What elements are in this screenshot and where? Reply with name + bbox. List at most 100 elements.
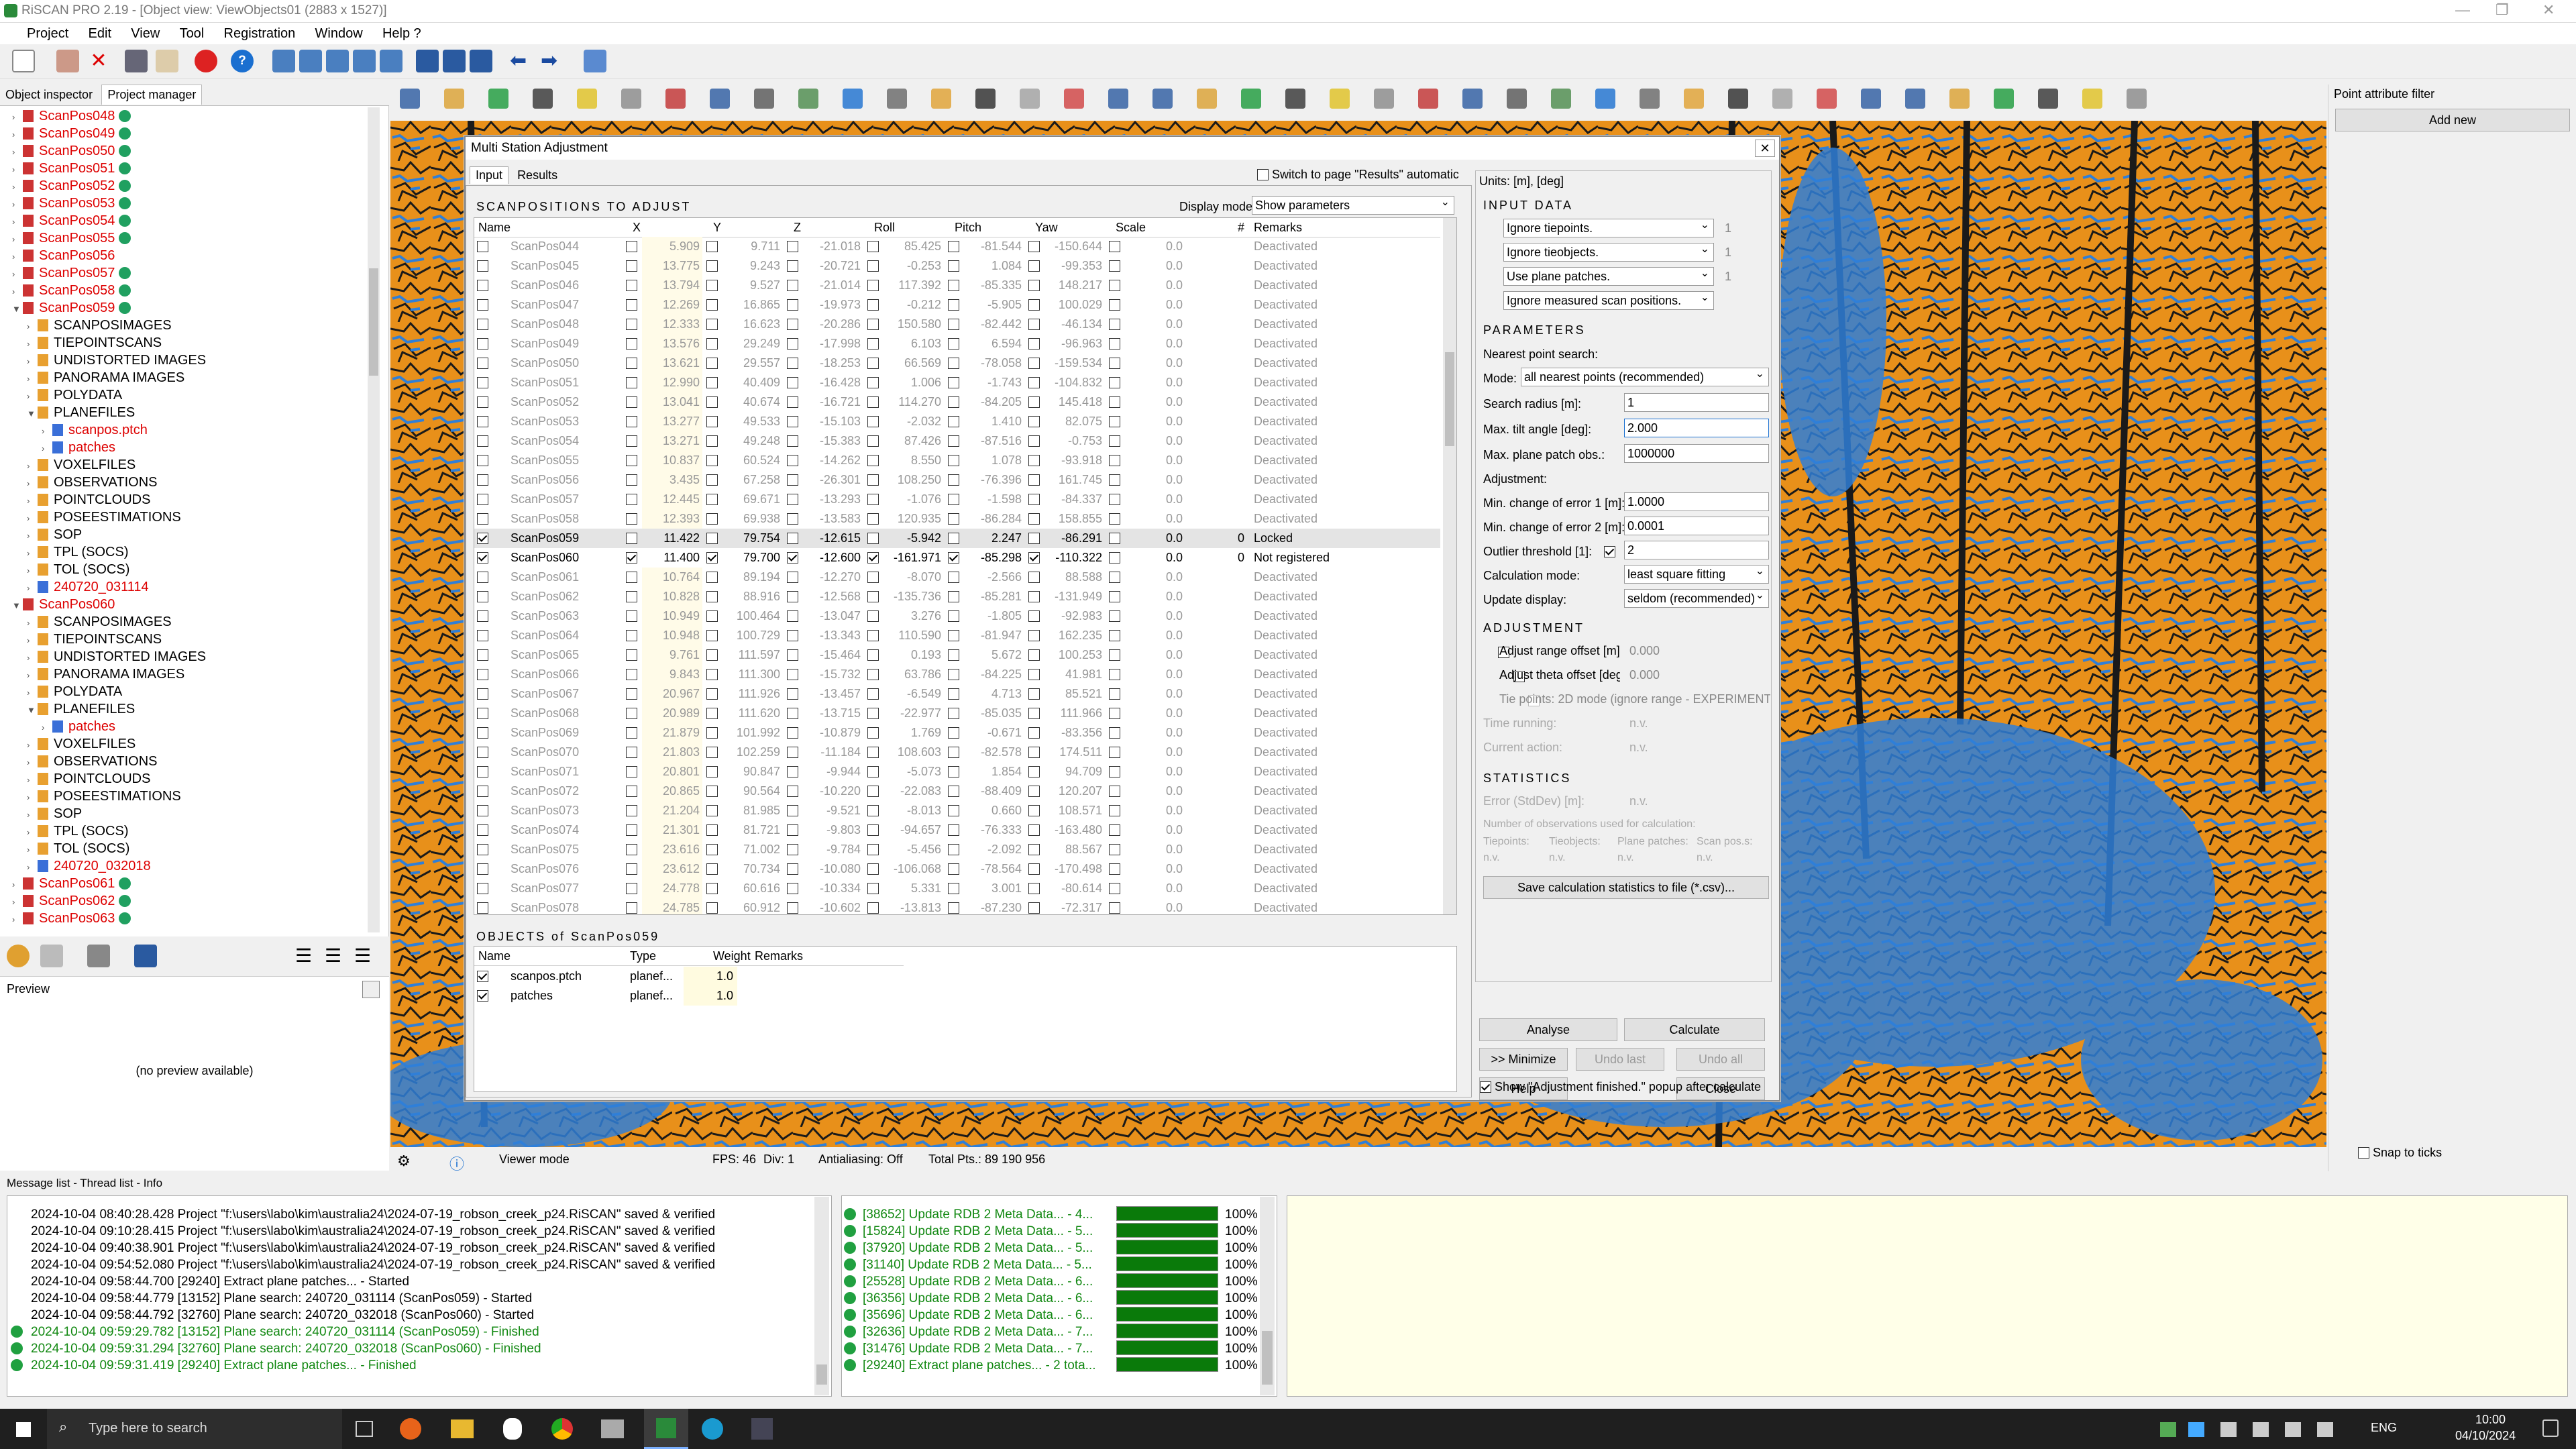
- search-radius-input[interactable]: 1: [1624, 393, 1769, 412]
- tree-item[interactable]: › 240720_031114: [27, 578, 149, 596]
- table-row[interactable]: ScanPos067 20.967 111.926 -13.457 -6.549 4.71…: [474, 684, 1440, 704]
- row-x-value[interactable]: 3.435: [642, 470, 702, 490]
- row-y-value[interactable]: 29.249: [722, 334, 783, 354]
- row-active-checkbox[interactable]: [477, 844, 488, 855]
- row-x-checkbox[interactable]: [626, 572, 637, 583]
- row-y-checkbox[interactable]: [706, 513, 718, 525]
- object-row[interactable]: patches planef... 1.0: [474, 986, 1440, 1006]
- max-patch-input[interactable]: 1000000: [1624, 444, 1769, 463]
- tree-item[interactable]: › OBSERVATIONS: [27, 753, 157, 770]
- chevron-right-icon[interactable]: ›: [12, 894, 23, 911]
- row-z-value[interactable]: -10.220: [803, 782, 863, 801]
- row-z-value[interactable]: -10.080: [803, 859, 863, 879]
- row-y-value[interactable]: 111.597: [722, 645, 783, 665]
- menu-project[interactable]: Project: [27, 23, 68, 44]
- row-roll-checkbox[interactable]: [867, 766, 879, 777]
- row-scale-value[interactable]: 0.0: [1125, 665, 1185, 684]
- row-y-value[interactable]: 60.524: [722, 451, 783, 470]
- minimize-button[interactable]: >> Minimize: [1479, 1048, 1568, 1071]
- maximize-icon[interactable]: ❐: [2496, 1, 2509, 19]
- transfer-icon[interactable]: [584, 50, 606, 72]
- row-y-checkbox[interactable]: [706, 630, 718, 641]
- row-z-checkbox[interactable]: [787, 727, 798, 739]
- row-y-value[interactable]: 70.734: [722, 859, 783, 879]
- row-roll-checkbox[interactable]: [867, 630, 879, 641]
- row-active-checkbox[interactable]: [477, 280, 488, 291]
- row-active-checkbox[interactable]: [477, 435, 488, 447]
- chevron-right-icon[interactable]: ›: [12, 231, 23, 248]
- row-x-value[interactable]: 23.616: [642, 840, 702, 859]
- chevron-right-icon[interactable]: ›: [27, 388, 38, 405]
- row-x-value[interactable]: 12.445: [642, 490, 702, 509]
- row-x-checkbox[interactable]: [626, 513, 637, 525]
- row-roll-value[interactable]: 1.006: [883, 373, 944, 392]
- row-scale-checkbox[interactable]: [1109, 688, 1120, 700]
- table-row[interactable]: ScanPos074 21.301 81.721 -9.803 -94.657 -76.3…: [474, 820, 1440, 840]
- clock-date[interactable]: 04/10/2024: [2455, 1429, 2516, 1443]
- row-scale-checkbox[interactable]: [1109, 902, 1120, 914]
- row-scale-checkbox[interactable]: [1109, 455, 1120, 466]
- row-active-checkbox[interactable]: [477, 494, 488, 505]
- row-yaw-checkbox[interactable]: [1028, 513, 1040, 525]
- ignore-tieobjects-select[interactable]: Ignore tieobjects.: [1503, 241, 1714, 262]
- row-pitch-value[interactable]: -81.947: [964, 626, 1024, 645]
- table-row[interactable]: ScanPos048 12.333 16.623 -20.286 150.580 -82.…: [474, 315, 1440, 334]
- row-x-value[interactable]: 21.204: [642, 801, 702, 820]
- row-y-checkbox[interactable]: [706, 280, 718, 291]
- open-icon[interactable]: [56, 50, 79, 72]
- row-roll-value[interactable]: 87.426: [883, 431, 944, 451]
- table-row[interactable]: ScanPos061 10.764 89.194 -12.270 -8.070 -2.56…: [474, 568, 1440, 587]
- task-view-icon[interactable]: [356, 1421, 373, 1437]
- row-roll-checkbox[interactable]: [867, 649, 879, 661]
- row-pitch-value[interactable]: -78.564: [964, 859, 1024, 879]
- row-pitch-value[interactable]: -78.058: [964, 354, 1024, 373]
- object-weight[interactable]: 1.0: [684, 986, 737, 1006]
- tree-scrollbar[interactable]: [368, 107, 380, 932]
- chevron-right-icon[interactable]: ›: [27, 684, 38, 702]
- view-tool-icon[interactable]: [1064, 89, 1084, 109]
- row-active-checkbox[interactable]: [477, 358, 488, 369]
- use-plane-patches-select[interactable]: Use plane patches.: [1503, 265, 1714, 286]
- view-tool-icon[interactable]: [1241, 89, 1261, 109]
- row-x-value[interactable]: 24.785: [642, 898, 702, 914]
- row-y-value[interactable]: 40.674: [722, 392, 783, 412]
- row-y-checkbox[interactable]: [706, 474, 718, 486]
- table-row[interactable]: ScanPos063 10.949 100.464 -13.047 3.276 -1.80…: [474, 606, 1440, 626]
- row-yaw-value[interactable]: -104.832: [1044, 373, 1105, 392]
- thread-scrollbar[interactable]: [1260, 1197, 1275, 1395]
- table-row[interactable]: ScanPos069 21.879 101.992 -10.879 1.769 -0.67…: [474, 723, 1440, 743]
- tree-item[interactable]: › SOP: [27, 805, 82, 822]
- row-y-value[interactable]: 29.557: [722, 354, 783, 373]
- row-pitch-checkbox[interactable]: [948, 786, 959, 797]
- row-active-checkbox[interactable]: [477, 630, 488, 641]
- row-scale-value[interactable]: 0.0: [1125, 626, 1185, 645]
- tree-item[interactable]: › ScanPos050: [12, 142, 131, 160]
- view-tool-icon[interactable]: [533, 89, 553, 109]
- row-z-checkbox[interactable]: [787, 766, 798, 777]
- row-y-checkbox[interactable]: [706, 786, 718, 797]
- row-x-checkbox[interactable]: [626, 358, 637, 369]
- row-scale-checkbox[interactable]: [1109, 805, 1120, 816]
- chevron-right-icon[interactable]: ›: [12, 911, 23, 928]
- row-roll-value[interactable]: 66.569: [883, 354, 944, 373]
- view-tool-icon[interactable]: [1949, 89, 1970, 109]
- row-scale-checkbox[interactable]: [1109, 708, 1120, 719]
- tree-item[interactable]: › TIEPOINTSCANS: [27, 334, 162, 352]
- row-x-value[interactable]: 13.794: [642, 276, 702, 295]
- chevron-down-icon[interactable]: ▼: [27, 405, 38, 423]
- row-yaw-checkbox[interactable]: [1028, 669, 1040, 680]
- tree-item[interactable]: › patches: [42, 439, 115, 456]
- row-x-value[interactable]: 24.778: [642, 879, 702, 898]
- view-tool-icon[interactable]: [1817, 89, 1837, 109]
- popup-checkbox[interactable]: [1480, 1081, 1491, 1093]
- row-y-value[interactable]: 90.564: [722, 782, 783, 801]
- row-y-value[interactable]: 100.729: [722, 626, 783, 645]
- row-yaw-checkbox[interactable]: [1028, 766, 1040, 777]
- row-pitch-checkbox[interactable]: [948, 474, 959, 486]
- row-x-value[interactable]: 20.989: [642, 704, 702, 723]
- row-z-checkbox[interactable]: [787, 533, 798, 544]
- row-z-checkbox[interactable]: [787, 883, 798, 894]
- row-z-value[interactable]: -19.973: [803, 295, 863, 315]
- row-z-value[interactable]: -13.343: [803, 626, 863, 645]
- row-roll-value[interactable]: 114.270: [883, 392, 944, 412]
